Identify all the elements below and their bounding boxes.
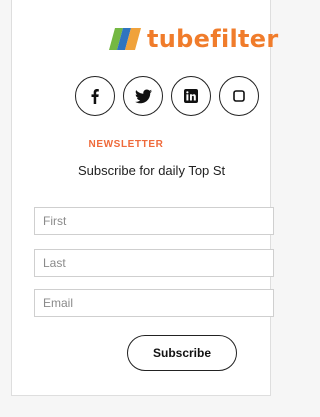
tubefilter-logo[interactable]: tubefilter	[107, 22, 279, 56]
logo-mark-icon	[107, 28, 145, 50]
twitter-link[interactable]	[123, 76, 163, 116]
newsletter-subtitle: Subscribe for daily Top St	[78, 163, 226, 178]
newsletter-eyebrow: NEWSLETTER	[88, 139, 164, 150]
more-social-icon	[233, 90, 245, 102]
twitter-icon	[134, 88, 152, 103]
linkedin-icon	[184, 89, 198, 103]
first-name-input[interactable]	[34, 207, 274, 235]
newsletter-card: tubefilter NEWSLETTER Subscribe for dail…	[11, 0, 278, 396]
facebook-link[interactable]	[75, 76, 115, 116]
linkedin-link[interactable]	[171, 76, 211, 116]
logo-text: tubefilter	[147, 25, 279, 53]
facebook-icon	[91, 89, 99, 104]
more-social-link[interactable]	[219, 76, 259, 116]
social-links	[75, 76, 259, 116]
last-name-input[interactable]	[34, 249, 274, 277]
subscribe-button[interactable]: Subscribe	[127, 335, 237, 371]
email-input[interactable]	[34, 289, 274, 317]
